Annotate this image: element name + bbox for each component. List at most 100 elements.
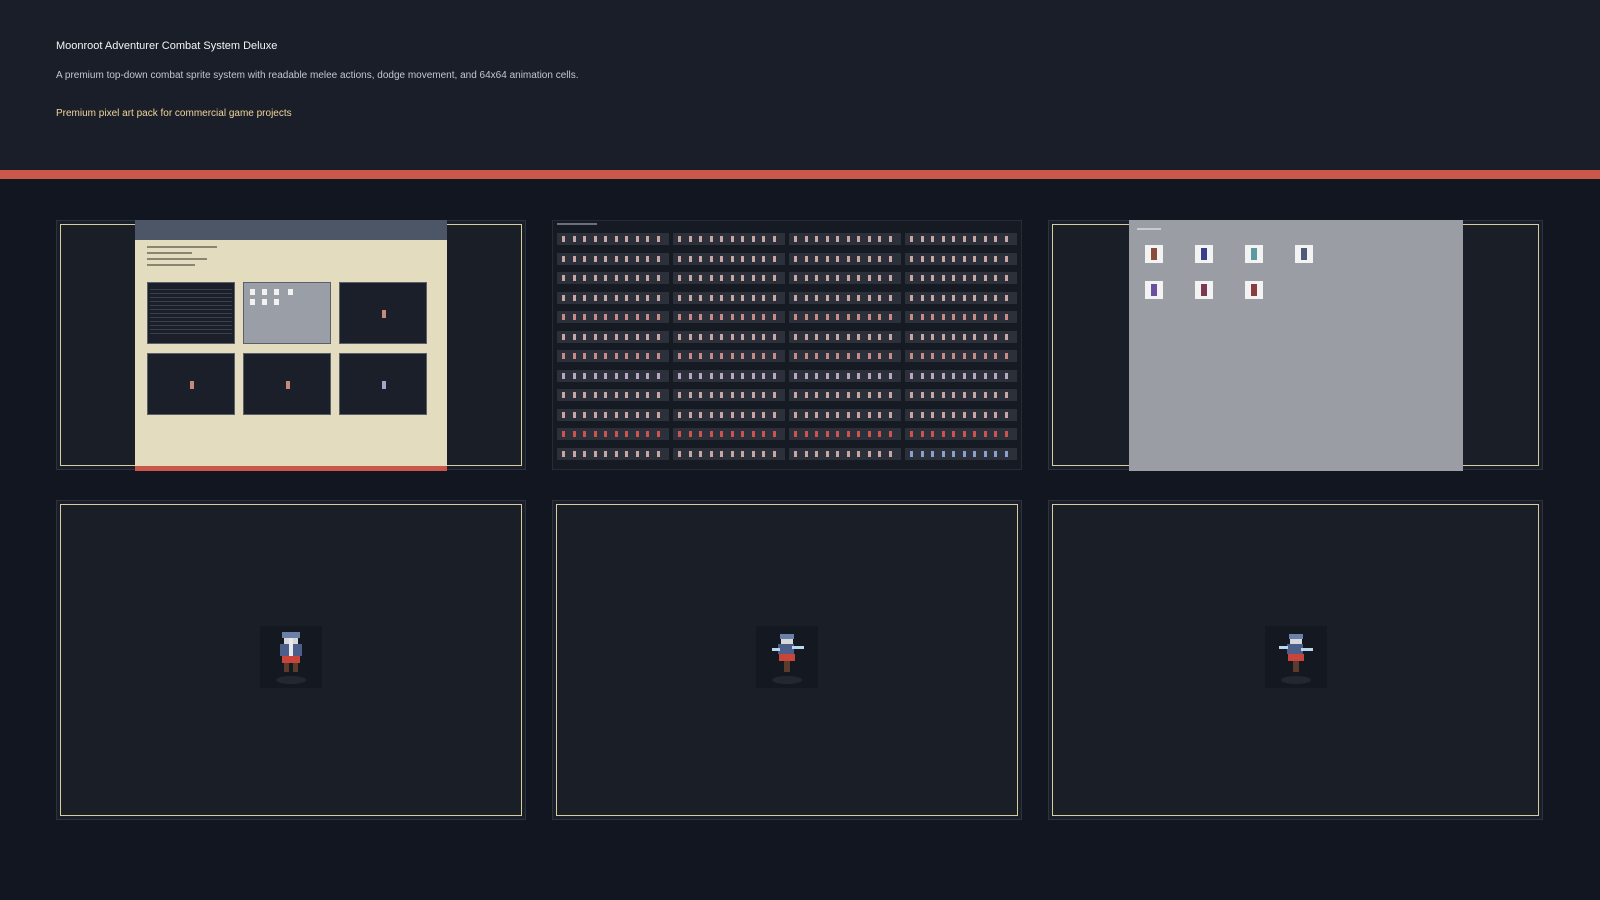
sheet-title: [557, 223, 597, 225]
sheet-row: [557, 350, 1019, 362]
variant-card[interactable]: [1195, 281, 1213, 299]
sheet-animation-strip: [673, 369, 785, 382]
page-subtitle: A premium top-down combat sprite system …: [56, 70, 579, 81]
thumb-sprite: [147, 353, 235, 415]
sheet-animation-strip: [905, 291, 1017, 304]
sheet-animation-strip: [673, 252, 785, 265]
doc-text-line: [147, 252, 192, 254]
thumb-sheet: [147, 282, 235, 344]
sheet-animation-strip: [673, 311, 785, 323]
sheet-animation-strip: [557, 291, 669, 304]
sheet-row: [557, 233, 1019, 245]
sheet-animation-strip: [557, 350, 669, 362]
preview-panel-overview[interactable]: [56, 220, 526, 471]
sheet-animation-strip: [673, 428, 785, 440]
variant-card[interactable]: [1295, 245, 1313, 263]
doc-header: [135, 220, 447, 240]
sheet-animation-strip: [905, 408, 1017, 421]
sheet-row: [557, 369, 1019, 382]
preview-panel-idle[interactable]: [56, 500, 526, 820]
sheet-animation-strip: [905, 350, 1017, 362]
sheet-animation-strip: [789, 291, 901, 304]
sheet-animation-strip: [557, 408, 669, 421]
sheet-animation-strip: [557, 272, 669, 284]
sheet-animation-strip: [557, 233, 669, 245]
variant-card[interactable]: [1145, 281, 1163, 299]
sheet-animation-strip: [789, 408, 901, 421]
variant-card[interactable]: [1195, 245, 1213, 263]
sheet-animation-strip: [789, 311, 901, 323]
sheet-animation-strip: [789, 272, 901, 284]
sheet-animation-strip: [905, 369, 1017, 382]
thumb-sprite: [339, 282, 427, 344]
sheet-animation-strip: [557, 428, 669, 440]
sheet-animation-strip: [789, 233, 901, 245]
sheet-row: [557, 389, 1019, 401]
sheet-animation-strip: [789, 447, 901, 460]
sprite-shadow: [1281, 676, 1311, 684]
sheet-animation-strip: [557, 369, 669, 382]
doc-text-line: [147, 264, 195, 266]
sheet-animation-strip: [789, 330, 901, 343]
sprite-stage: [260, 626, 322, 688]
variant-card[interactable]: [1245, 281, 1263, 299]
sheet-row: [557, 311, 1019, 323]
sheet-animation-strip: [905, 447, 1017, 460]
tagline: Premium pixel art pack for commercial ga…: [56, 108, 292, 119]
sprite-stage: [756, 626, 818, 688]
sheet-animation-strip: [673, 447, 785, 460]
sheet-row: [557, 330, 1019, 343]
thumb-variants: [243, 282, 331, 344]
preview-panel-attack[interactable]: [552, 500, 1022, 820]
sheet-row: [557, 447, 1019, 460]
sprite-shadow: [276, 676, 306, 684]
overview-document: [135, 220, 447, 471]
sheet-animation-strip: [789, 350, 901, 362]
sheet-row: [557, 272, 1019, 284]
sprite-shadow: [772, 676, 802, 684]
header: Moonroot Adventurer Combat System Deluxe…: [0, 0, 1600, 170]
sheet-animation-strip: [905, 252, 1017, 265]
sheet-animation-strip: [673, 350, 785, 362]
sheet-row: [557, 428, 1019, 440]
doc-text-line: [147, 246, 217, 248]
sheet-row: [557, 252, 1019, 265]
sheet-animation-strip: [557, 330, 669, 343]
sheet-animation-strip: [673, 389, 785, 401]
variants-title: [1137, 228, 1161, 230]
sheet-animation-strip: [673, 272, 785, 284]
sheet-animation-strip: [673, 233, 785, 245]
page-title: Moonroot Adventurer Combat System Deluxe: [56, 40, 278, 52]
sheet-animation-strip: [789, 252, 901, 265]
sprite-stage: [1265, 626, 1327, 688]
sheet-animation-strip: [905, 428, 1017, 440]
sheet-animation-strip: [905, 389, 1017, 401]
thumb-sprite: [243, 353, 331, 415]
sheet-animation-strip: [557, 389, 669, 401]
sheet-animation-strip: [557, 447, 669, 460]
variant-card[interactable]: [1245, 245, 1263, 263]
sheet-animation-strip: [789, 389, 901, 401]
preview-panel-variants[interactable]: [1048, 220, 1543, 471]
doc-footer-accent: [135, 466, 447, 471]
sheet-animation-strip: [789, 369, 901, 382]
sheet-row: [557, 408, 1019, 421]
preview-panel-attack-2[interactable]: [1048, 500, 1543, 820]
sheet-animation-strip: [905, 330, 1017, 343]
sheet-row: [557, 291, 1019, 304]
sheet-animation-strip: [673, 408, 785, 421]
sheet-animation-strip: [905, 272, 1017, 284]
sheet-animation-strip: [673, 291, 785, 304]
preview-panel-animation-sheet[interactable]: [552, 220, 1022, 470]
sheet-animation-strip: [905, 233, 1017, 245]
sheet-animation-strip: [673, 330, 785, 343]
variants-canvas: [1129, 220, 1463, 471]
accent-divider: [0, 170, 1600, 179]
sheet-animation-strip: [557, 311, 669, 323]
thumb-sprite: [339, 353, 427, 415]
variant-card[interactable]: [1145, 245, 1163, 263]
sheet-animation-strip: [905, 311, 1017, 323]
sheet-animation-strip: [557, 252, 669, 265]
doc-text-line: [147, 258, 207, 260]
sheet-animation-strip: [789, 428, 901, 440]
